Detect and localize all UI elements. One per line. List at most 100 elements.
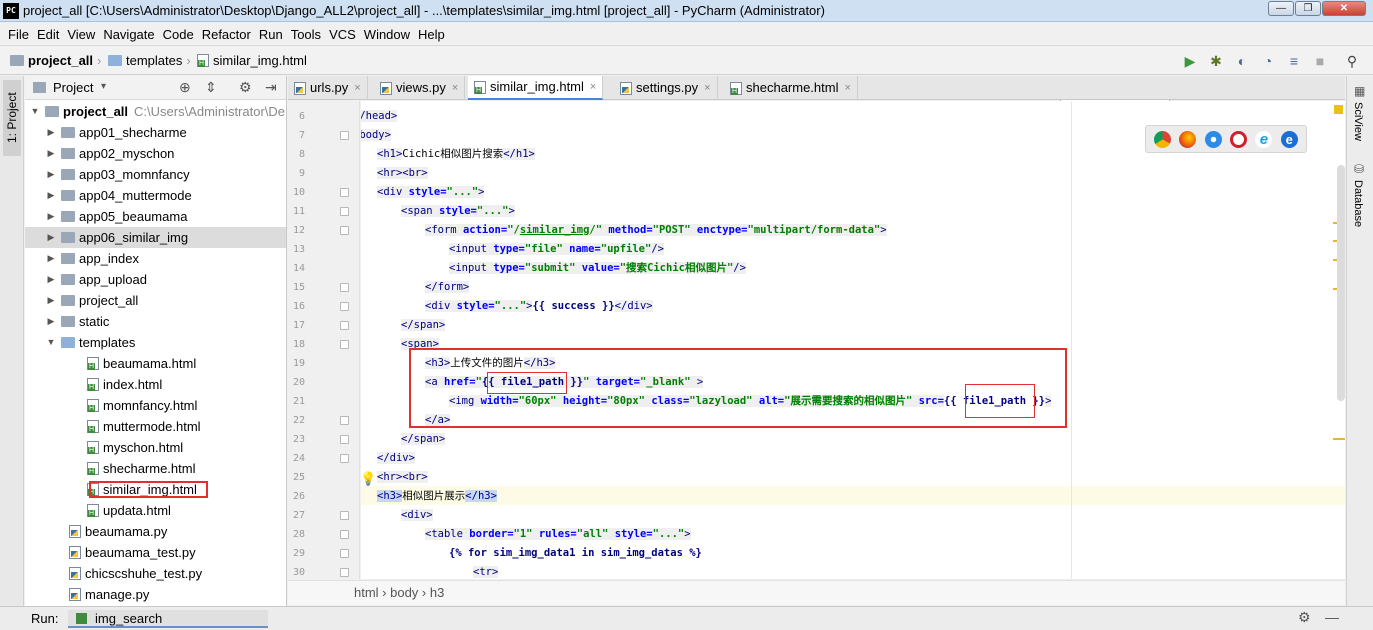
ie-icon[interactable]: e	[1255, 130, 1273, 148]
stop-icon[interactable]: ■	[1311, 52, 1329, 70]
tree-item-manage-py[interactable]: manage.py	[25, 584, 286, 605]
fold-marker-icon[interactable]	[340, 511, 349, 520]
minimize-button[interactable]: —	[1268, 1, 1294, 16]
chevron-down-icon[interactable]: ▾	[101, 81, 106, 92]
chevron-right-icon[interactable]: ▶	[45, 185, 57, 206]
fold-marker-icon[interactable]	[340, 454, 349, 463]
fold-marker-icon[interactable]	[340, 416, 349, 425]
tree-item-app06-similar-img[interactable]: ▶ app06_similar_img	[25, 227, 286, 248]
project-tool-tab[interactable]: 1: Project	[3, 80, 21, 156]
gear-icon[interactable]: ⚙	[1298, 609, 1311, 626]
inspection-status-icon[interactable]	[1334, 105, 1343, 114]
tab-similar-img[interactable]: similar_img.html ×	[468, 75, 604, 100]
tree-item-myschon-html[interactable]: myschon.html	[25, 437, 286, 458]
error-stripe-mark[interactable]	[1333, 438, 1345, 440]
search-icon[interactable]: ⚲	[1343, 52, 1361, 70]
close-icon[interactable]: ×	[354, 76, 360, 100]
tree-item-beaumama-html[interactable]: beaumama.html	[25, 353, 286, 374]
collapse-all-icon[interactable]: ⇕	[205, 79, 217, 96]
tree-item-updata-html[interactable]: updata.html	[25, 500, 286, 521]
code-editor[interactable]: </head> <body> <h1>Cichic相似图片搜索</h1> <hr…	[361, 101, 1345, 579]
tree-root-project-all[interactable]: ▼ project_all C:\Users\Administrator\De	[25, 101, 286, 122]
tree-item-static[interactable]: ▶ static	[25, 311, 286, 332]
chrome-icon[interactable]	[1154, 130, 1172, 148]
profile-icon[interactable]: ◔	[1259, 52, 1277, 70]
tree-item-app-upload[interactable]: ▶ app_upload	[25, 269, 286, 290]
tree-item-beaumama-test-py[interactable]: beaumama_test.py	[25, 542, 286, 563]
opera-icon[interactable]	[1230, 130, 1248, 148]
edge-icon[interactable]: e	[1280, 130, 1298, 148]
close-icon[interactable]: ×	[452, 76, 458, 100]
chevron-right-icon[interactable]: ▶	[45, 164, 57, 185]
chevron-right-icon[interactable]: ▶	[45, 227, 57, 248]
hide-panel-icon[interactable]: ⇥	[265, 79, 277, 96]
tree-item-shecharme-html[interactable]: shecharme.html	[25, 458, 286, 479]
tab-urls[interactable]: urls.py ×	[288, 76, 368, 100]
chevron-right-icon[interactable]: ▶	[45, 248, 57, 269]
sciview-tab[interactable]: SciView	[1352, 102, 1364, 141]
menu-window[interactable]: Window	[360, 23, 414, 46]
fold-marker-icon[interactable]	[340, 568, 349, 577]
fold-marker-icon[interactable]	[340, 340, 349, 349]
editor-scrollbar[interactable]	[1337, 165, 1345, 401]
fold-marker-icon[interactable]	[340, 549, 349, 558]
chevron-down-icon[interactable]: ▼	[45, 332, 57, 353]
tree-item-project-all[interactable]: ▶ project_all	[25, 290, 286, 311]
nav-file[interactable]: similar_img.html	[197, 53, 307, 68]
close-icon[interactable]: ×	[844, 76, 850, 100]
chevron-right-icon[interactable]: ▶	[45, 269, 57, 290]
tree-item-app02-myschon[interactable]: ▶ app02_myschon	[25, 143, 286, 164]
locate-icon[interactable]: ⊕	[179, 79, 191, 96]
database-tab[interactable]: Database	[1352, 180, 1364, 227]
editor-breadcrumb[interactable]: html › body › h3	[288, 580, 1345, 605]
fold-marker-icon[interactable]	[340, 207, 349, 216]
lightbulb-icon[interactable]: 💡	[360, 471, 376, 487]
debug-icon[interactable]: ✱	[1207, 52, 1225, 70]
gear-icon[interactable]: ⚙	[239, 79, 252, 96]
fold-marker-icon[interactable]	[340, 302, 349, 311]
fold-marker-icon[interactable]	[340, 131, 349, 140]
minimize-panel-icon[interactable]: —	[1325, 609, 1339, 625]
close-button[interactable]: ✕	[1322, 1, 1366, 16]
fold-marker-icon[interactable]	[340, 283, 349, 292]
project-panel-title[interactable]: Project	[53, 80, 93, 95]
run-icon[interactable]: ▶	[1181, 52, 1199, 70]
menu-refactor[interactable]: Refactor	[198, 23, 255, 46]
tree-item-app01-shecharme[interactable]: ▶ app01_shecharme	[25, 122, 286, 143]
chevron-right-icon[interactable]: ▶	[45, 311, 57, 332]
coverage-icon[interactable]: ◐	[1233, 52, 1251, 70]
menu-edit[interactable]: Edit	[33, 23, 63, 46]
close-icon[interactable]: ×	[704, 76, 710, 100]
chevron-down-icon[interactable]: ▼	[29, 101, 41, 122]
fold-marker-icon[interactable]	[340, 435, 349, 444]
menu-help[interactable]: Help	[414, 23, 449, 46]
chevron-right-icon[interactable]: ▶	[45, 206, 57, 227]
chevron-right-icon[interactable]: ▶	[45, 290, 57, 311]
tree-item-momnfancy-html[interactable]: momnfancy.html	[25, 395, 286, 416]
menu-view[interactable]: View	[63, 23, 99, 46]
safari-icon[interactable]	[1204, 130, 1222, 148]
menu-code[interactable]: Code	[159, 23, 198, 46]
tree-item-app03-momnfancy[interactable]: ▶ app03_momnfancy	[25, 164, 286, 185]
tree-item-chicscshuhe-test-py[interactable]: chicscshuhe_test.py	[25, 563, 286, 584]
run-tab-label[interactable]: img_search	[95, 611, 162, 626]
fold-marker-icon[interactable]	[340, 321, 349, 330]
tree-item-beaumama-py[interactable]: beaumama.py	[25, 521, 286, 542]
nav-project[interactable]: project_all ›	[10, 53, 107, 68]
fold-marker-icon[interactable]	[340, 530, 349, 539]
tree-item-index-html[interactable]: index.html	[25, 374, 286, 395]
close-icon[interactable]: ×	[590, 75, 596, 99]
tab-views[interactable]: views.py ×	[374, 76, 466, 100]
tab-shecharme[interactable]: shecharme.html ×	[724, 76, 858, 100]
tab-settings[interactable]: settings.py ×	[614, 76, 718, 100]
firefox-icon[interactable]	[1179, 130, 1197, 148]
fold-marker-icon[interactable]	[340, 188, 349, 197]
chevron-right-icon[interactable]: ▶	[45, 143, 57, 164]
menu-tools[interactable]: Tools	[287, 23, 325, 46]
tree-item-muttermode-html[interactable]: muttermode.html	[25, 416, 286, 437]
tree-item-app05-beaumama[interactable]: ▶ app05_beaumama	[25, 206, 286, 227]
nav-folder[interactable]: templates ›	[108, 53, 197, 68]
menu-file[interactable]: File	[4, 23, 33, 46]
build-icon[interactable]: ≡	[1285, 52, 1303, 70]
fold-marker-icon[interactable]	[340, 226, 349, 235]
